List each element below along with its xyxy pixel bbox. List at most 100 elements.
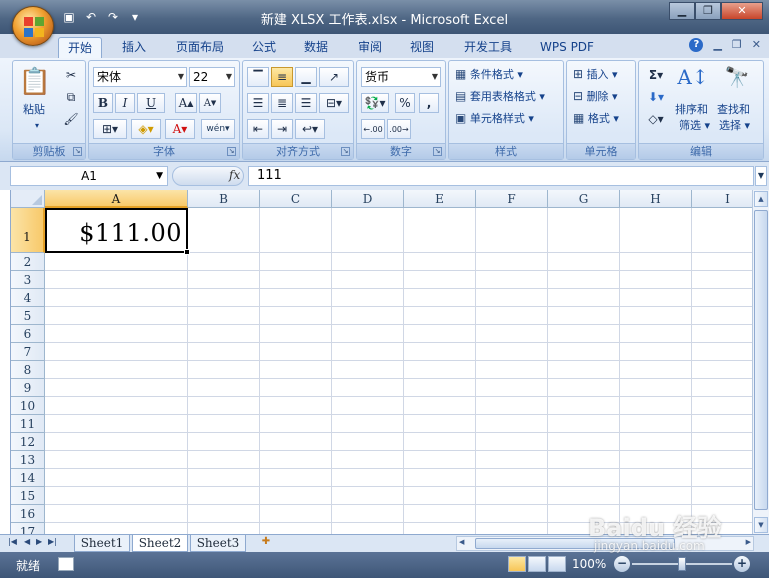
increase-decimal-button[interactable]: ← .00	[361, 119, 385, 139]
align-right-icon[interactable]: ☰	[295, 93, 317, 113]
font-color-icon[interactable]: A▾	[165, 119, 195, 139]
minimize-icon[interactable]: ▁	[669, 2, 695, 20]
sort-filter-icon[interactable]: A↕	[675, 63, 711, 91]
autosum-icon[interactable]: Σ ▾	[643, 65, 669, 85]
column-header-c[interactable]: C	[260, 190, 332, 208]
ribbon-restore-icon[interactable]: ❐	[732, 38, 742, 52]
page-break-view-icon[interactable]	[548, 556, 566, 572]
select-all-button[interactable]	[11, 190, 45, 208]
format-as-table-button[interactable]: ▤ 套用表格格式 ▾	[455, 87, 545, 106]
font-name-combo[interactable]: 宋体 ▼	[93, 67, 187, 87]
name-box[interactable]: A1 ▼	[10, 166, 168, 186]
cut-icon[interactable]: ✂	[61, 65, 81, 85]
zoom-out-icon[interactable]: −	[614, 556, 630, 572]
page-layout-view-icon[interactable]	[528, 556, 546, 572]
help-icon[interactable]: ?	[689, 38, 704, 52]
row-header-2[interactable]: 2	[11, 253, 45, 271]
office-button[interactable]	[12, 6, 54, 46]
phonetic-button[interactable]: wén ▾	[201, 119, 235, 139]
column-header-f[interactable]: F	[476, 190, 548, 208]
macro-recording-icon[interactable]	[58, 557, 74, 571]
column-header-g[interactable]: G	[548, 190, 620, 208]
insert-sheet-icon[interactable]: ✚	[256, 536, 276, 551]
sort-filter-label-2[interactable]: 筛选 ▾	[679, 117, 710, 135]
ribbon-minimize-icon[interactable]: ▁	[713, 38, 721, 52]
row-header-14[interactable]: 14	[11, 469, 45, 487]
number-launcher-icon[interactable]: ↘	[433, 147, 442, 156]
row-header-12[interactable]: 12	[11, 433, 45, 451]
delete-cells-button[interactable]: ⊟ 删除 ▾	[573, 87, 618, 106]
formula-input[interactable]: 111	[248, 166, 754, 186]
fill-icon[interactable]: ⬇▾	[643, 87, 669, 107]
sheet-tab-sheet1[interactable]: Sheet1	[74, 535, 130, 552]
ribbon-close-icon[interactable]: ✕	[752, 38, 761, 52]
close-icon[interactable]: ✕	[721, 2, 763, 20]
prev-sheet-icon[interactable]: ◀	[24, 537, 30, 546]
scroll-up-icon[interactable]: ▲	[754, 191, 768, 207]
vertical-scroll-thumb[interactable]	[754, 210, 768, 510]
underline-button[interactable]: U	[137, 93, 165, 113]
column-header-a[interactable]: A	[45, 190, 188, 208]
row-header-8[interactable]: 8	[11, 361, 45, 379]
last-sheet-icon[interactable]: ▶|	[48, 537, 57, 546]
alignment-launcher-icon[interactable]: ↘	[341, 147, 350, 156]
clipboard-launcher-icon[interactable]: ↘	[73, 147, 82, 156]
format-cells-button[interactable]: ▦ 格式 ▾	[573, 109, 619, 128]
tab-insert[interactable]: 插入	[114, 37, 154, 58]
row-header-16[interactable]: 16	[11, 505, 45, 523]
next-sheet-icon[interactable]: ▶	[36, 537, 42, 546]
worksheet-grid[interactable]: A B C D E F G H I 1 2 3 4 5 6 7 8 9 10 11 12 13 14 15 16 17 $111.…	[10, 190, 752, 534]
italic-button[interactable]: I	[115, 93, 135, 113]
sheet-tab-sheet2[interactable]: Sheet2	[132, 535, 188, 552]
paste-label[interactable]: 粘贴	[23, 101, 45, 119]
row-header-6[interactable]: 6	[11, 325, 45, 343]
row-header-13[interactable]: 13	[11, 451, 45, 469]
zoom-slider-knob[interactable]	[678, 557, 686, 571]
find-select-label-2[interactable]: 选择 ▾	[719, 117, 750, 135]
insert-cells-button[interactable]: ⊞ 插入 ▾	[573, 65, 618, 84]
row-header-5[interactable]: 5	[11, 307, 45, 325]
format-painter-icon[interactable]: 🖌	[61, 109, 81, 129]
tab-review[interactable]: 审阅	[350, 37, 390, 58]
tab-wps-pdf[interactable]: WPS PDF	[532, 37, 602, 58]
accounting-format-icon[interactable]: 💱▾	[361, 93, 389, 113]
tab-view[interactable]: 视图	[402, 37, 442, 58]
align-bottom-icon[interactable]: ▁	[295, 67, 317, 87]
zoom-level[interactable]: 100%	[572, 557, 606, 571]
expand-formula-bar-icon[interactable]: ▼	[755, 166, 767, 186]
percent-button[interactable]: %	[395, 93, 415, 113]
first-sheet-icon[interactable]: |◀	[8, 537, 17, 546]
insert-function-icon[interactable]: fx	[229, 168, 240, 182]
row-header-11[interactable]: 11	[11, 415, 45, 433]
conditional-formatting-button[interactable]: ▦ 条件格式 ▾	[455, 65, 523, 84]
column-header-e[interactable]: E	[404, 190, 476, 208]
align-left-icon[interactable]: ☰	[247, 93, 269, 113]
row-header-7[interactable]: 7	[11, 343, 45, 361]
zoom-in-icon[interactable]: +	[734, 556, 750, 572]
chevron-down-icon[interactable]: ▼	[156, 167, 163, 185]
column-header-i[interactable]: I	[692, 190, 752, 208]
borders-icon[interactable]: ⊞▾	[93, 119, 127, 139]
tab-page-layout[interactable]: 页面布局	[170, 37, 230, 58]
column-header-b[interactable]: B	[188, 190, 260, 208]
row-header-10[interactable]: 10	[11, 397, 45, 415]
font-launcher-icon[interactable]: ↘	[227, 147, 236, 156]
number-format-combo[interactable]: 货币 ▼	[361, 67, 441, 87]
tab-developer[interactable]: 开发工具	[458, 37, 518, 58]
row-header-4[interactable]: 4	[11, 289, 45, 307]
scroll-right-icon[interactable]: ▶	[746, 538, 751, 546]
tab-data[interactable]: 数据	[298, 37, 334, 58]
scroll-left-icon[interactable]: ◀	[459, 538, 464, 546]
clear-icon[interactable]: ◇▾	[643, 109, 669, 129]
column-header-d[interactable]: D	[332, 190, 404, 208]
row-header-1[interactable]: 1	[11, 208, 45, 253]
column-header-h[interactable]: H	[620, 190, 692, 208]
row-header-3[interactable]: 3	[11, 271, 45, 289]
decrease-indent-icon[interactable]: ⇤	[247, 119, 269, 139]
shrink-font-icon[interactable]: A ▼	[199, 93, 221, 113]
fill-color-icon[interactable]: ◈▾	[131, 119, 161, 139]
row-header-15[interactable]: 15	[11, 487, 45, 505]
tab-formulas[interactable]: 公式	[246, 37, 282, 58]
bold-button[interactable]: B	[93, 93, 113, 113]
find-select-icon[interactable]: 🔭	[719, 63, 755, 91]
